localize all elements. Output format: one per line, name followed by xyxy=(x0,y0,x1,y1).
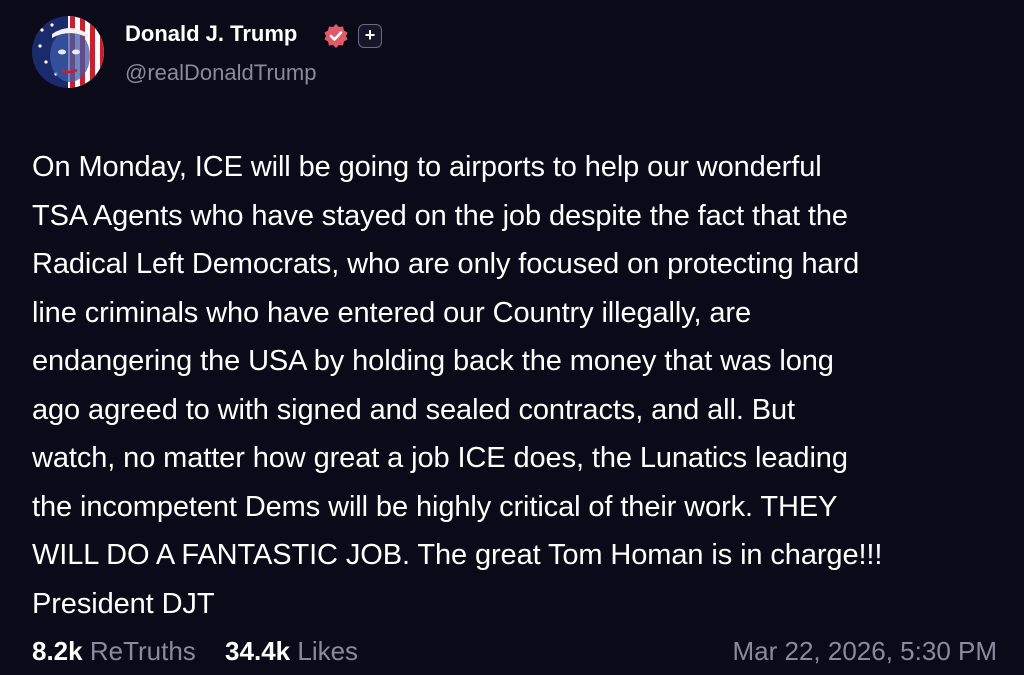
post-card: Donald J. Trump + @realDonaldTrump On Mo… xyxy=(0,0,1024,675)
likes-count: 34.4k xyxy=(225,636,291,666)
display-name[interactable]: Donald J. Trump xyxy=(125,21,297,47)
avatar[interactable] xyxy=(32,16,104,88)
likes-label: Likes xyxy=(297,636,359,666)
retruths-count: 8.2k xyxy=(32,636,83,666)
plus-icon: + xyxy=(358,24,382,48)
retruths-label: ReTruths xyxy=(89,636,196,666)
post-timestamp[interactable]: Mar 22, 2026, 5:30 PM xyxy=(733,636,997,667)
verified-badge-icon xyxy=(323,23,349,49)
likes-stat[interactable]: 34.4k Likes xyxy=(225,636,358,666)
avatar-flag-portrait-icon xyxy=(32,16,104,88)
post-text: On Monday, ICE will be going to airports… xyxy=(32,151,883,620)
author-handle[interactable]: @realDonaldTrump xyxy=(125,60,316,86)
retruths-stat[interactable]: 8.2k ReTruths xyxy=(32,636,196,666)
post-stats: 8.2k ReTruths 34.4k Likes xyxy=(32,636,380,667)
